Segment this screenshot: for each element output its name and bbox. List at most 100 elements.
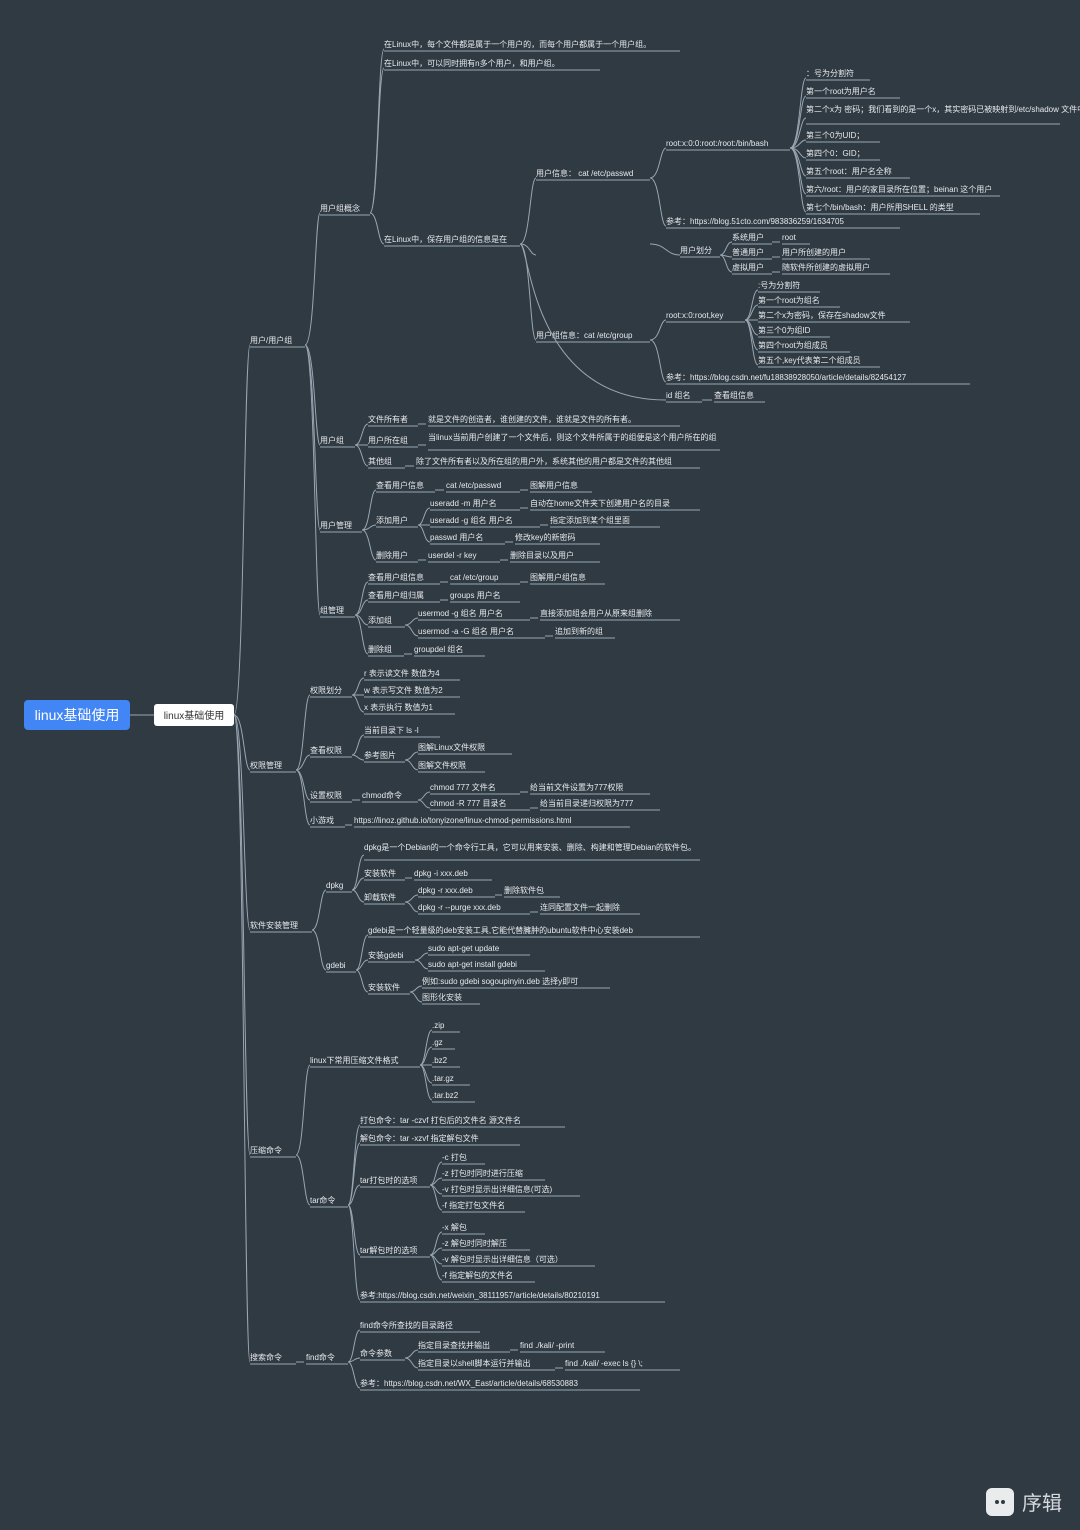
branch-permissions[interactable]: 权限管理 — [250, 760, 282, 770]
leaf: 在Linux中，每个文件都是属于一个用户的，而每个用户都属于一个用户组。 — [384, 39, 651, 49]
leaf: -c 打包 — [442, 1152, 467, 1162]
leaf: 参考：https://blog.csdn.net/WX_East/article… — [360, 1378, 578, 1388]
leaf: 查看用户组归属 — [368, 590, 424, 600]
node[interactable]: 用户管理 — [320, 520, 352, 530]
leaf: 第四个root为组成员 — [758, 340, 828, 350]
leaf: .zip — [432, 1021, 445, 1030]
node[interactable]: 组管理 — [320, 605, 344, 615]
leaf: 连同配置文件一起删除 — [540, 902, 620, 912]
leaf: 指定目录以shell脚本运行并输出 — [418, 1358, 530, 1368]
leaf: tar解包时的选项 — [360, 1245, 417, 1255]
root-label: linux基础使用 — [35, 707, 120, 723]
sub-label: linux基础使用 — [164, 709, 225, 722]
leaf: chmod命令 — [362, 790, 402, 800]
leaf: dpkg -r --purge xxx.deb — [418, 903, 501, 912]
leaf: 系统用户 — [732, 232, 764, 242]
leaf: 当linux当前用户创建了一个文件后，则这个文件所属于的组便是这个用户所在的组 — [428, 432, 716, 442]
watermark-text: 序辑 — [1022, 1487, 1062, 1516]
leaf: 参考:https://blog.csdn.net/weixin_38111957… — [360, 1290, 600, 1300]
leaf: 第二个x为密码，保存在shadow文件 — [758, 310, 886, 320]
leaf: passwd 用户名 — [430, 532, 483, 542]
leaf: groupdel 组名 — [414, 644, 463, 654]
leaf: 例如:sudo gdebi sogoupinyin.deb 选择y即可 — [422, 976, 578, 986]
leaf: -f 指定解包的文件名 — [442, 1270, 513, 1280]
leaf: 安装软件 — [368, 982, 400, 992]
leaf: 第五个root：用户名全称 — [806, 166, 892, 176]
leaf: 除了文件所有者以及所在组的用户外，系统其他的用户都是文件的其他组 — [416, 456, 672, 466]
leaf: 删除目录以及用户 — [510, 550, 574, 560]
leaf: id 组名 — [666, 390, 690, 400]
node-usergroup-concept[interactable]: 用户组概念 — [320, 203, 360, 213]
leaf: root:x:0:root,key — [666, 311, 723, 320]
branch-compress[interactable]: 压缩命令 — [250, 1145, 282, 1155]
branch-users[interactable]: 用户/用户组 — [250, 335, 292, 345]
leaf: find ./kali/ -print — [520, 1341, 575, 1350]
leaf: ：号为分割符 — [806, 68, 854, 78]
leaf: .tar.bz2 — [432, 1091, 459, 1100]
leaf: usermod -g 组名 用户名 — [418, 608, 503, 618]
leaf: dpkg — [326, 881, 343, 890]
leaf: 第三个0为组ID — [758, 325, 811, 335]
leaf: .bz2 — [432, 1056, 448, 1065]
leaf: 用户划分 — [680, 245, 712, 255]
leaf: -z 打包时同时进行压缩 — [442, 1168, 523, 1178]
leaf: 第四个0：GID； — [806, 148, 865, 158]
leaf: 虚拟用户 — [732, 262, 764, 272]
leaf: 权限划分 — [310, 685, 342, 695]
leaf: dpkg -i xxx.deb — [414, 869, 468, 878]
leaf: -v 解包时显示出详细信息（可选） — [442, 1254, 563, 1264]
leaf: dpkg是一个Debian的一个命令行工具，它可以用来安装、删除、构建和管理De… — [364, 842, 696, 852]
node[interactable]: 用户组 — [320, 435, 344, 445]
root-node[interactable]: linux基础使用 — [24, 700, 130, 730]
leaf: dpkg -r xxx.deb — [418, 886, 473, 895]
leaf: gdebi是一个轻量级的deb安装工具,它能代替臃肿的ubuntu软件中心安装d… — [368, 925, 634, 935]
leaf: 查看用户信息 — [376, 480, 424, 490]
leaf: 命令参数 — [360, 1348, 392, 1358]
leaf: sudo apt-get install gdebi — [428, 960, 517, 969]
leaf: cat /etc/group — [450, 573, 499, 582]
leaf: 小游戏 — [310, 815, 334, 825]
leaf: 当前目录下 ls -l — [364, 725, 419, 735]
leaf: 用户信息： cat /etc/passwd — [536, 168, 633, 178]
leaf: -f 指定打包文件名 — [442, 1200, 505, 1210]
leaf: cat /etc/passwd — [446, 481, 501, 490]
leaf: find ./kali/ -exec ls {} \; — [565, 1359, 643, 1368]
leaf: x 表示执行 数值为1 — [364, 702, 433, 712]
branch-software[interactable]: 软件安装管理 — [250, 920, 298, 930]
leaf: 设置权限 — [310, 790, 342, 800]
leaf: :号为分割符 — [758, 280, 800, 290]
leaf: 第一个root为用户名 — [806, 86, 876, 96]
leaf: 删除软件包 — [504, 885, 544, 895]
branch-search[interactable]: 搜索命令 — [250, 1352, 282, 1362]
leaf: 文件所有者 — [368, 414, 408, 424]
leaf: useradd -g 组名 用户名 — [430, 515, 513, 525]
leaf: 删除组 — [368, 644, 392, 654]
leaf: usermod -a -G 组名 用户名 — [418, 626, 514, 636]
leaf: groups 用户名 — [450, 590, 501, 600]
leaf: 图解文件权限 — [418, 760, 466, 770]
leaf: find命令 — [306, 1352, 335, 1362]
leaf: w 表示写文件 数值为2 — [363, 685, 443, 695]
leaf: .gz — [432, 1038, 443, 1047]
leaf: 第三个0为UID； — [806, 130, 864, 140]
leaf: 解包命令：tar -xzvf 指定解包文件 — [360, 1133, 479, 1143]
leaf: 第六/root：用户的家目录所在位置；beinan 这个用户 — [806, 184, 992, 194]
leaf: 就是文件的创造者，谁创建的文件，谁就是文件的所有者。 — [428, 414, 636, 424]
leaf: 第二个x为 密码；我们看到的是一个x，其实密码已被映射到/etc/shadow … — [806, 104, 1080, 114]
leaf: 给当前目录递归权限为777 — [540, 798, 634, 808]
leaf: useradd -m 用户名 — [430, 498, 497, 508]
leaf: 第一个root为组名 — [758, 295, 820, 305]
leaf: tar命令 — [310, 1195, 335, 1205]
leaf: chmod 777 文件名 — [430, 782, 496, 792]
leaf: 图形化安装 — [422, 992, 462, 1002]
leaf: 图解Linux文件权限 — [418, 742, 485, 752]
sub-node[interactable]: linux基础使用 — [154, 704, 234, 726]
leaf: tar打包时的选项 — [360, 1175, 417, 1185]
leaf: 其他组 — [368, 456, 392, 466]
leaf: userdel -r key — [428, 551, 476, 560]
leaf: gdebi — [326, 961, 346, 970]
leaf: linux下常用压缩文件格式 — [310, 1055, 398, 1065]
leaf: 追加到新的组 — [555, 626, 603, 636]
leaf: 图解用户组信息 — [530, 572, 586, 582]
leaf: 查看用户组信息 — [368, 572, 424, 582]
